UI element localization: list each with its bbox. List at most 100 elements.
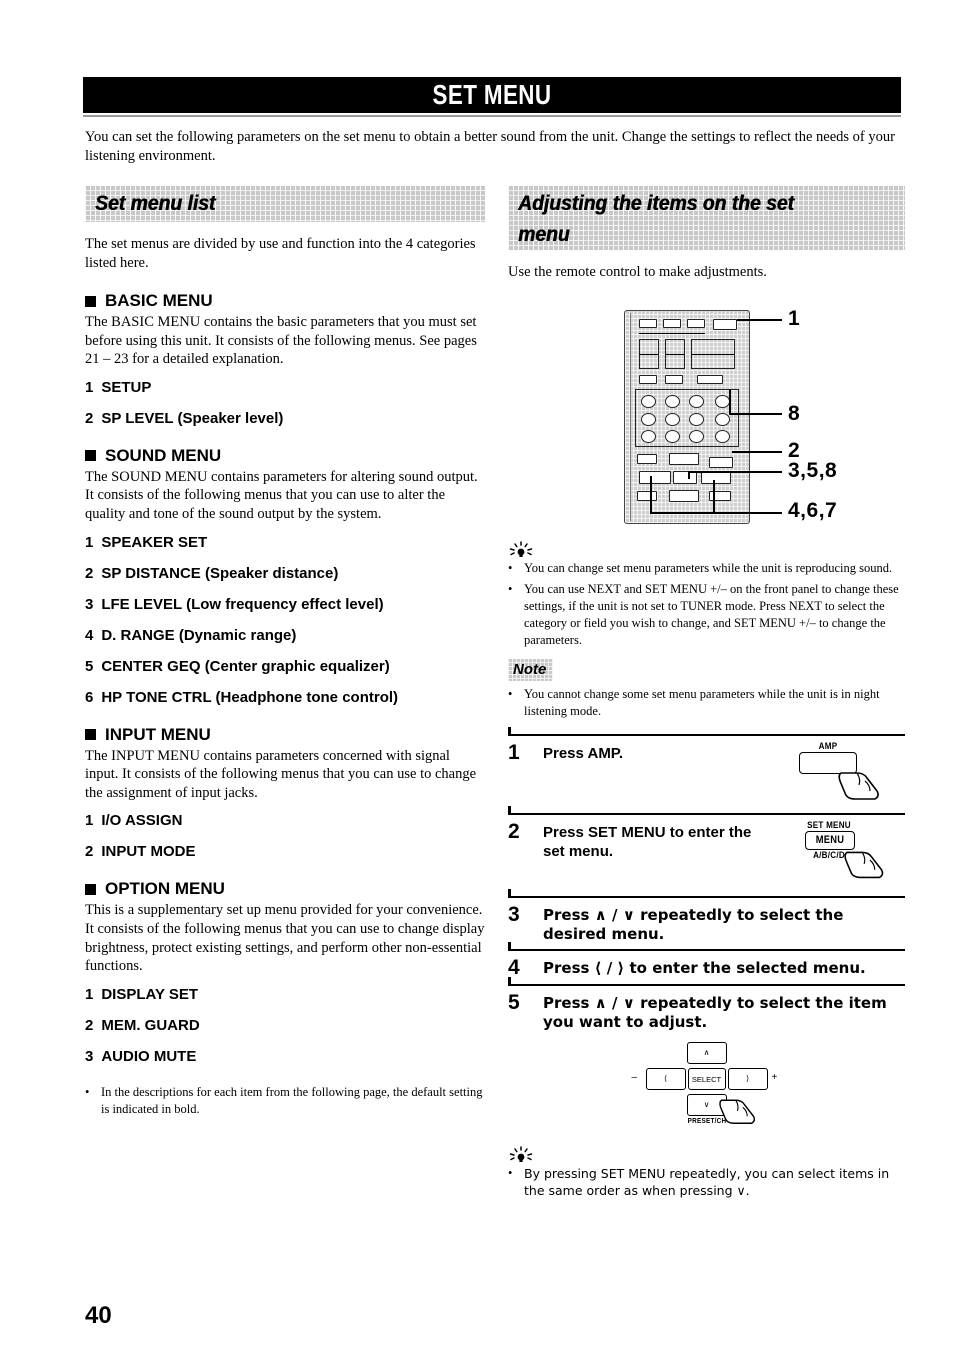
menu-item-label: DISPLAY SET <box>101 985 199 1003</box>
menu-group-items: 1 DISPLAY SET 2 MEM. GUARD 3 AUDIO MUTE <box>85 986 485 1066</box>
menu-item: 1 SETUP <box>85 379 485 397</box>
menu-group-description: The INPUT MENU contains parameters conce… <box>85 747 477 801</box>
callout-leader-8-vert <box>729 389 731 415</box>
right-column: Adjusting the items on the set menu Use … <box>508 186 905 1203</box>
note-bullet: • You cannot change some set menu parame… <box>508 686 905 720</box>
step-number: 4 <box>508 956 520 979</box>
remote-button-dvd <box>687 319 705 328</box>
step-text: Press ∧ / ∨ repeatedly to select the ite… <box>543 994 887 1031</box>
remote-button-sleep <box>665 375 683 384</box>
step-text: Press ∧ / ∨ repeatedly to select the des… <box>543 906 844 943</box>
section-header-adjusting-items: Adjusting the items on the set menu <box>508 186 905 250</box>
callout-leader-467-vertright <box>713 480 715 514</box>
menu-item-label: LFE LEVEL (Low frequency effect level) <box>101 595 384 613</box>
remote-cursor-left <box>639 471 671 484</box>
menu-item-number: 2 <box>85 843 94 861</box>
remote-body <box>624 310 750 524</box>
remote-dsp-button <box>689 413 704 426</box>
callout-number-1: 1 <box>788 307 801 330</box>
menu-item-label: CENTER GEQ (Center graphic equalizer) <box>101 657 390 675</box>
remote-dsp-button <box>715 395 730 408</box>
menu-item-number: 1 <box>85 812 94 830</box>
menu-item-label: INPUT MODE <box>101 843 196 861</box>
dpad-up-button: ∧ <box>686 1042 727 1064</box>
dpad-select-button: SELECT <box>687 1068 726 1090</box>
remote-tv-bracket <box>639 333 705 334</box>
callout-leader-467 <box>650 512 782 514</box>
step-text: Press AMP. <box>543 745 624 762</box>
menu-item-number: 3 <box>85 1047 94 1065</box>
note-tag: Note <box>508 659 553 681</box>
left-footnote-text: In the descriptions for each item from t… <box>101 1084 483 1116</box>
square-bullet-icon <box>85 295 96 307</box>
menu-group-option: OPTION MENU This is a supplementary set … <box>85 879 485 1065</box>
tip-lightbulb-icon <box>508 1146 534 1164</box>
section-header-set-menu-list: Set menu list <box>85 186 485 222</box>
remote-button-amp <box>713 319 737 330</box>
menu-item: 4 D. RANGE (Dynamic range) <box>85 627 485 645</box>
callout-leader-467-vertleft <box>650 476 652 514</box>
menu-item-number: 2 <box>85 1016 94 1034</box>
menu-group-items: 1 I/O ASSIGN 2 INPUT MODE <box>85 812 485 861</box>
menu-group-basic: BASIC MENU The BASIC MENU contains the b… <box>85 291 485 428</box>
remote-stepper-divider <box>639 354 659 355</box>
step-3: 3 Press ∧ / ∨ repeatedly to select the d… <box>508 889 905 949</box>
remote-button-return <box>637 491 657 501</box>
menu-group-input: INPUT MENU The INPUT MENU contains param… <box>85 725 485 862</box>
page-number: 40 <box>85 1302 112 1329</box>
remote-dsp-button <box>665 413 680 426</box>
menu-group-heading: INPUT MENU <box>85 725 485 745</box>
step-number: 3 <box>508 903 520 926</box>
menu-item-number: 3 <box>85 595 94 613</box>
callout-leader-1 <box>737 319 782 321</box>
tip-bullet: • By pressing SET MENU repeatedly, you c… <box>508 1165 905 1199</box>
bullet-dot-icon: • <box>508 582 513 596</box>
step-1: 1 Press AMP. AMP <box>508 727 905 813</box>
menu-group-heading: OPTION MENU <box>85 879 485 899</box>
callout-number-2: 2 <box>788 439 801 462</box>
step-text: Press ⟨ / ⟩ to enter the selected menu. <box>543 959 866 977</box>
callout-number-8: 8 <box>788 402 801 425</box>
remote-button-mute <box>697 375 723 384</box>
menu-group-sound: SOUND MENU The SOUND MENU contains param… <box>85 446 485 707</box>
menu-group-description: The SOUND MENU contains parameters for a… <box>85 468 478 522</box>
tip-bullet: • You can use NEXT and SET MENU +/– on t… <box>508 581 905 649</box>
remote-dsp-button <box>715 430 730 443</box>
section-title-text: Set menu list <box>95 192 216 215</box>
menu-item: 6 HP TONE CTRL (Headphone tone control) <box>85 689 485 707</box>
dpad-plus-label: + <box>771 1072 778 1083</box>
step-text: Press SET MENU to enter the set menu. <box>543 824 752 860</box>
remote-button-menu <box>709 457 733 468</box>
callout-leader-358 <box>688 471 782 473</box>
tip-block-1: • You can change set menu parameters whi… <box>508 541 905 649</box>
tip-block-2: • By pressing SET MENU repeatedly, you c… <box>508 1146 905 1199</box>
adjusting-lede: Use the remote control to make adjustmen… <box>508 264 767 280</box>
cursor-pad-illustration: ∧ ⟨ SELECT ⟩ ∨ – + PRESET/CH <box>632 1042 782 1128</box>
menu-item-number: 1 <box>85 533 94 551</box>
menu-group-heading: BASIC MENU <box>85 291 485 311</box>
square-bullet-icon <box>85 729 96 741</box>
menu-group-items: 1 SETUP 2 SP LEVEL (Speaker level) <box>85 379 485 428</box>
tip-bullet-text: By pressing SET MENU repeatedly, you can… <box>524 1166 890 1198</box>
remote-stepper-divider <box>691 354 735 355</box>
menu-item-label: SP DISTANCE (Speaker distance) <box>101 564 339 582</box>
intro-paragraph: You can set the following parameters on … <box>85 129 895 164</box>
menu-group-heading-text: INPUT MENU <box>105 724 211 744</box>
remote-button-cbl <box>663 319 681 328</box>
remote-dsp-button <box>665 395 680 408</box>
page-title-bar: SET MENU <box>83 77 901 113</box>
bullet-dot-icon: • <box>508 1166 513 1180</box>
step-art-amp-button: AMP <box>785 741 905 800</box>
menu-item: 1 DISPLAY SET <box>85 986 485 1004</box>
section-title-text-line1: Adjusting the items on the set <box>518 192 794 215</box>
tip-bullet-text: You can use NEXT and SET MENU +/– on the… <box>524 582 899 647</box>
menu-item-label: SP LEVEL (Speaker level) <box>101 409 284 427</box>
menu-item-number: 6 <box>85 688 94 706</box>
step-4: 4 Press ⟨ / ⟩ to enter the selected menu… <box>508 942 905 984</box>
square-bullet-icon <box>85 450 96 462</box>
amp-button-label: AMP <box>818 741 838 752</box>
pointing-hand-icon <box>718 1099 755 1124</box>
menu-item-label: I/O ASSIGN <box>101 812 183 830</box>
menu-item: 5 CENTER GEQ (Center graphic equalizer) <box>85 658 485 676</box>
step-2: 2 Press SET MENU to enter the set menu. … <box>508 806 905 896</box>
